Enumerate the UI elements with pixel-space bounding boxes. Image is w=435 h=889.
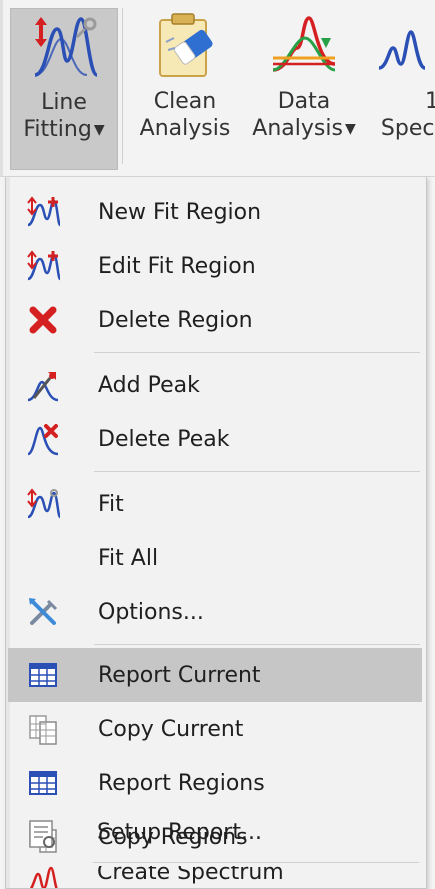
menu-item-new-fit-region[interactable]: New Fit Region [8, 185, 422, 239]
ribbon-divider [122, 8, 123, 164]
line-fitting-dropdown-menu: New Fit Region Edit Fit Region Delete Re… [5, 177, 427, 889]
data-analysis-icon [272, 16, 336, 72]
report-table-icon [29, 663, 57, 687]
clean-analysis-button[interactable]: Clean Analysis [134, 8, 236, 168]
menu-item-label: Fit All [98, 545, 159, 571]
data-analysis-label-2: Analysis ▼ [252, 116, 356, 141]
menu-separator [94, 471, 420, 472]
spectrum-icon [378, 30, 426, 70]
menu-item-options[interactable]: Options... [8, 585, 422, 639]
menu-item-create-spectrum[interactable]: Create Spectrum [7, 866, 421, 888]
menu-separator [94, 352, 420, 353]
ribbon-toolbar: Line Fitting ▼ Clean Analysis Data Analys… [0, 0, 435, 177]
edit-fit-region-icon [27, 250, 60, 281]
report-table-icon [29, 771, 57, 795]
menu-item-report-regions[interactable]: Report Regions [8, 756, 422, 810]
menu-item-label: Add Peak [98, 372, 200, 398]
menu-item-delete-peak[interactable]: Delete Peak [8, 412, 422, 466]
menu-separator [93, 862, 419, 863]
menu-item-setup-report[interactable]: Setup Report... [7, 807, 421, 861]
menu-item-label: Fit [98, 491, 124, 517]
line-fitting-label-2: Fitting ▼ [23, 117, 105, 142]
menu-item-label: Setup Report... [97, 820, 262, 845]
chevron-down-icon: ▼ [93, 122, 105, 138]
setup-report-icon [29, 820, 55, 848]
menu-item-report-current[interactable]: Report Current [8, 648, 422, 702]
data-analysis-button[interactable]: Data Analysis ▼ [248, 8, 360, 168]
menu-item-label: Report Current [98, 662, 261, 688]
menu-item-delete-region[interactable]: Delete Region [8, 293, 422, 347]
menu-item-copy-current[interactable]: Copy Current [8, 702, 422, 756]
menu-separator [94, 644, 420, 645]
delete-peak-icon [27, 424, 59, 456]
line-fitting-button[interactable]: Line Fitting ▼ [10, 8, 118, 170]
data-analysis-label-1: Data [277, 89, 331, 114]
menu-item-fit-all[interactable]: Fit All [8, 531, 422, 585]
add-peak-icon [27, 372, 59, 402]
copy-table-icon [29, 715, 57, 745]
new-fit-region-icon [27, 196, 60, 227]
spectrum-label-1: 1 [425, 89, 435, 114]
options-icon [29, 598, 58, 625]
menu-item-label: Report Regions [98, 770, 265, 796]
menu-item-label: Delete Region [98, 307, 253, 333]
menu-item-label: Copy Current [98, 716, 244, 742]
clean-analysis-label-1: Clean [153, 89, 217, 114]
menu-item-label: New Fit Region [98, 199, 262, 225]
spectrum-button[interactable]: 1 Spect [372, 8, 435, 168]
ribbon-edge [0, 0, 3, 176]
menu-item-edit-fit-region[interactable]: Edit Fit Region [8, 239, 422, 293]
menu-item-add-peak[interactable]: Add Peak [8, 358, 422, 412]
clean-analysis-label-2: Analysis [139, 116, 231, 141]
spectrum-label-2: Spect [380, 116, 435, 141]
line-fitting-label-1: Line [41, 90, 87, 115]
menu-item-label: Options... [98, 599, 204, 625]
chevron-down-icon: ▼ [344, 121, 356, 137]
menu-item-label: Create Spectrum [97, 866, 284, 885]
line-fitting-icon [34, 17, 99, 77]
menu-item-fit[interactable]: Fit [8, 477, 422, 531]
menu-item-label: Edit Fit Region [98, 253, 256, 279]
create-spectrum-icon [30, 866, 58, 888]
fit-icon [27, 488, 60, 519]
delete-region-icon [29, 306, 57, 334]
clean-analysis-icon [159, 13, 213, 77]
menu-item-label: Delete Peak [98, 426, 230, 452]
